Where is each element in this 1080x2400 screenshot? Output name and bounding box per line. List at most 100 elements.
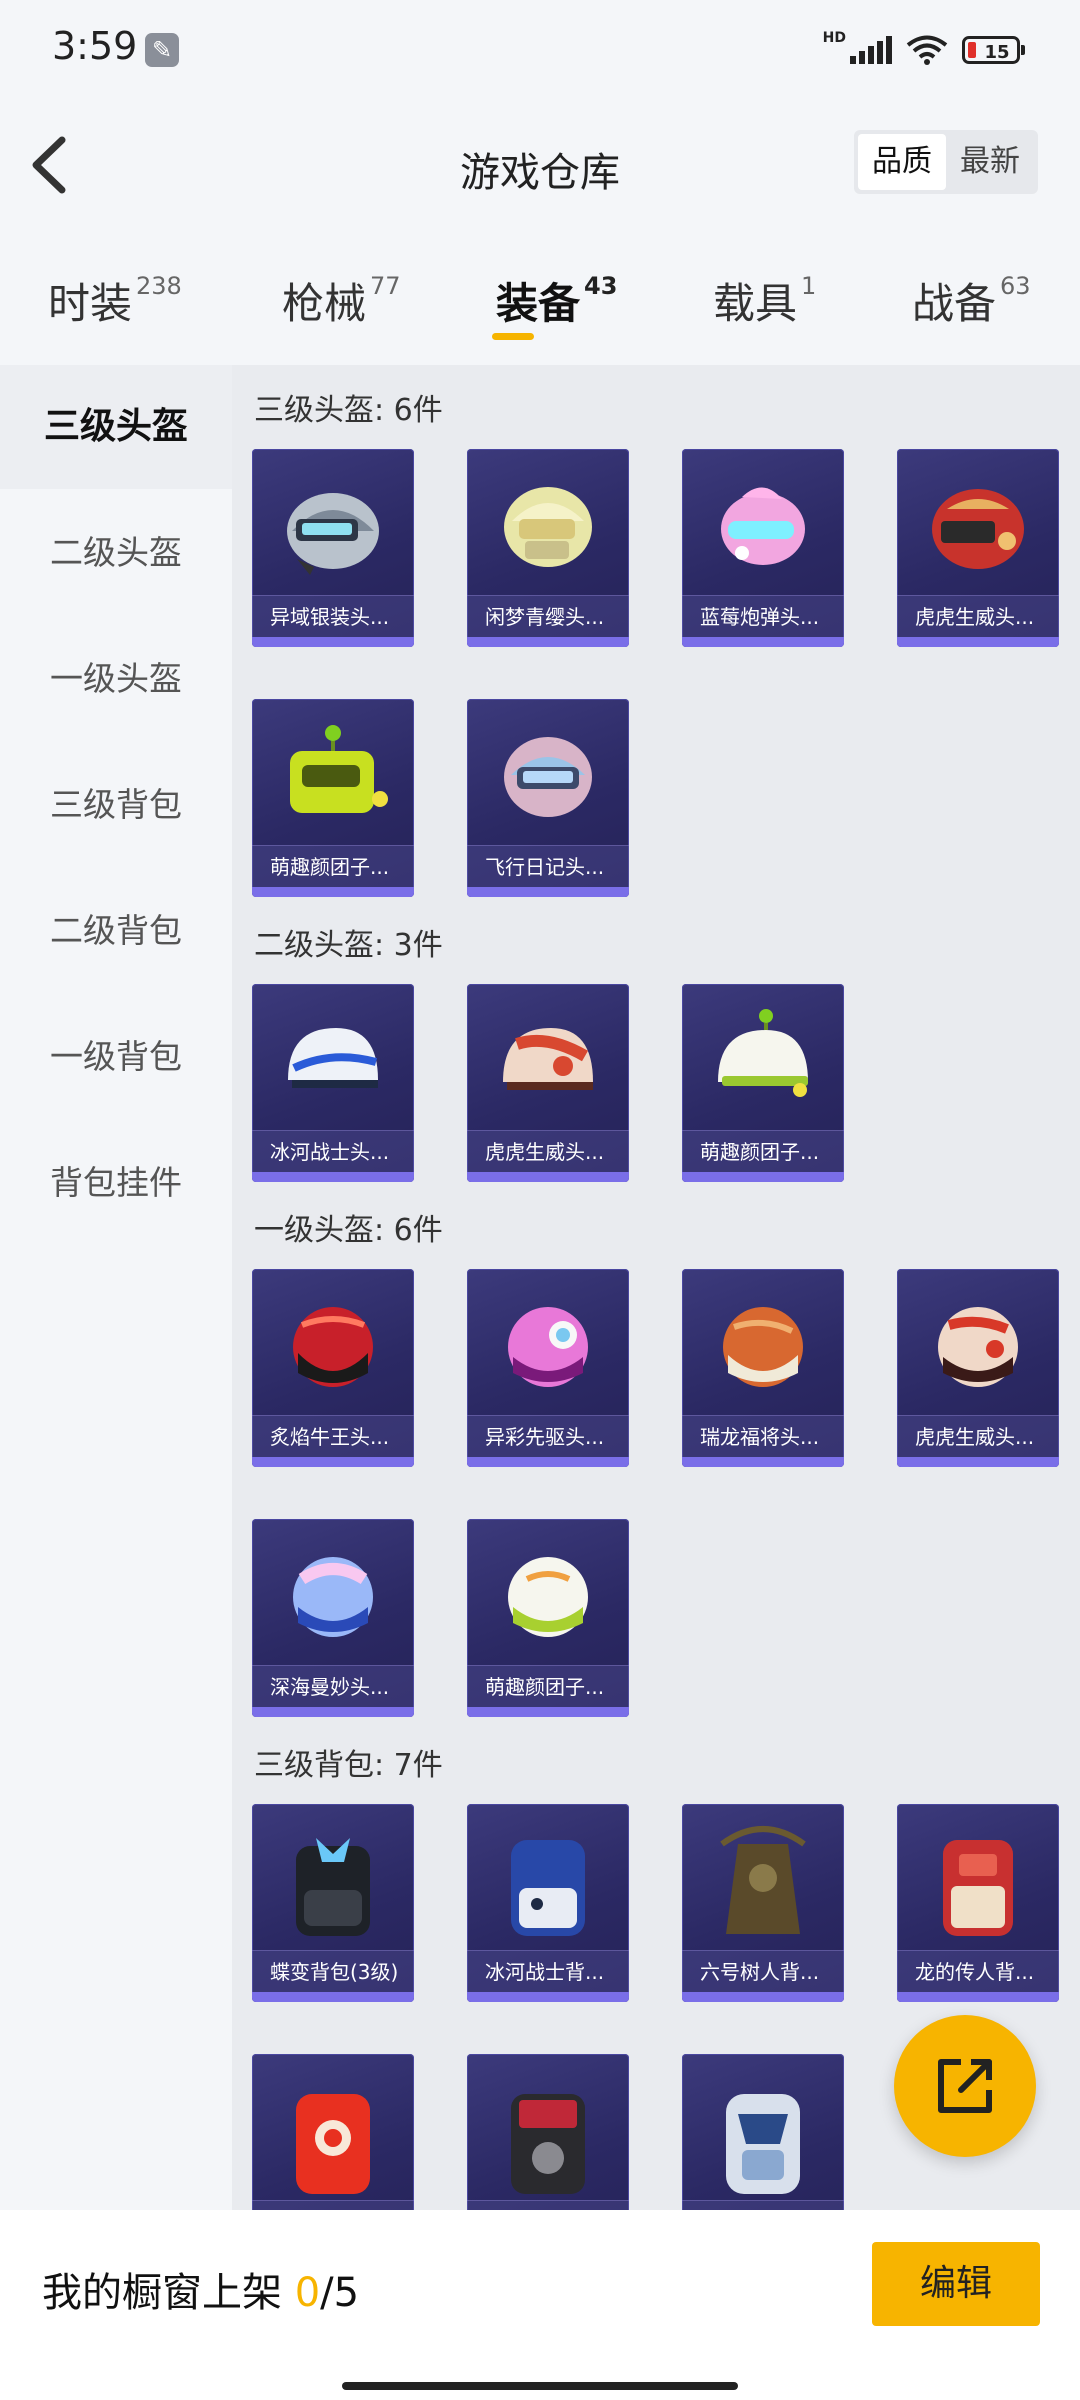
- share-button[interactable]: [894, 2015, 1036, 2157]
- tab-supplies[interactable]: 战备 63: [912, 270, 1031, 331]
- item-name: 虎虎生威头...: [897, 1415, 1059, 1457]
- item-card[interactable]: 萌趣颜团子...: [252, 699, 414, 897]
- item-card[interactable]: 飞行日记头...: [467, 699, 629, 897]
- rarity-bar: [682, 1457, 844, 1467]
- helmet-icon: [290, 725, 388, 813]
- sidebar-item-level1-backpack[interactable]: 一级背包: [0, 995, 232, 1119]
- tab-count: 1: [801, 272, 817, 300]
- item-card[interactable]: 异域银装头...: [252, 449, 414, 647]
- item-name: 蝶变背包(3级): [252, 1950, 414, 1992]
- item-name: [467, 2200, 629, 2210]
- item-grid: 三级头盔: 6件 异域银装头... 闲梦青缨头... 蓝莓炮弹头... 虎虎生威…: [232, 365, 1080, 2210]
- item-card[interactable]: [252, 2054, 414, 2210]
- status-icons: HD 15: [823, 30, 1025, 70]
- section-title: 二级头盔: 3件: [254, 928, 443, 963]
- helmet-icon: [721, 487, 805, 565]
- signal-icon: [850, 36, 892, 64]
- item-name: 瑞龙福将头...: [682, 1415, 844, 1457]
- item-card[interactable]: 六号树人背...: [682, 1804, 844, 2002]
- item-name: 闲梦青缨头...: [467, 595, 629, 637]
- helmet-icon: [938, 1307, 1018, 1387]
- item-card[interactable]: 蝶变背包(3级): [252, 1804, 414, 2002]
- helmet-icon: [293, 1307, 373, 1387]
- item-card[interactable]: 萌趣颜团子...: [467, 1519, 629, 1717]
- item-card[interactable]: [682, 2054, 844, 2210]
- item-card[interactable]: 龙的传人背...: [897, 1804, 1059, 2002]
- sidebar-item-backpack-charm[interactable]: 背包挂件: [0, 1121, 232, 1245]
- section-title: 一级头盔: 6件: [254, 1213, 443, 1248]
- status-bar: 3:59 ✎ HD 15: [0, 0, 1080, 100]
- tab-equipment[interactable]: 装备 43: [496, 270, 617, 331]
- item-card[interactable]: [467, 2054, 629, 2210]
- tab-weapons[interactable]: 枪械 77: [282, 270, 401, 331]
- home-indicator[interactable]: [342, 2382, 738, 2390]
- sidebar-item-level3-backpack[interactable]: 三级背包: [0, 743, 232, 867]
- helmet-icon: [293, 1557, 373, 1637]
- section-title: 三级头盔: 6件: [254, 393, 443, 428]
- sidebar-item-level2-backpack[interactable]: 二级背包: [0, 869, 232, 993]
- item-name: 龙的传人背...: [897, 1950, 1059, 1992]
- sort-toggle: 品质 最新: [854, 130, 1038, 194]
- item-card[interactable]: 虎虎生威头...: [897, 1269, 1059, 1467]
- helmet-icon: [932, 489, 1024, 569]
- helmet-icon: [508, 1557, 588, 1637]
- tab-label: 时装: [48, 279, 133, 328]
- backpack-icon: [511, 2094, 585, 2194]
- bottom-bar: 我的橱窗上架 0/5 编辑: [0, 2210, 1080, 2400]
- item-card[interactable]: 炙焰牛王头...: [252, 1269, 414, 1467]
- tab-vehicles[interactable]: 载具 1: [713, 270, 816, 331]
- section-title: 三级背包: 7件: [254, 1748, 443, 1783]
- rarity-bar: [467, 637, 629, 647]
- tab-count: 43: [584, 272, 618, 300]
- helmet-icon: [503, 1028, 593, 1090]
- item-name: 炙焰牛王头...: [252, 1415, 414, 1457]
- sidebar: 三级头盔 二级头盔 一级头盔 三级背包 二级背包 一级背包 背包挂件: [0, 365, 232, 2210]
- helmet-icon: [504, 487, 592, 567]
- showcase-status: 我的橱窗上架 0/5: [42, 2260, 359, 2318]
- category-tabs: 时装 238 枪械 77 装备 43 载具 1 战备 63: [0, 252, 1080, 362]
- item-card[interactable]: 闲梦青缨头...: [467, 449, 629, 647]
- item-name: 虎虎生威头...: [467, 1130, 629, 1172]
- helmet-icon: [504, 737, 592, 817]
- sort-newest-button[interactable]: 最新: [946, 134, 1034, 190]
- item-card[interactable]: 冰河战士背...: [467, 1804, 629, 2002]
- tab-fashion[interactable]: 时装 238: [48, 270, 182, 331]
- showcase-label: 我的橱窗上架: [42, 2270, 282, 2316]
- active-tab-indicator: [492, 333, 534, 340]
- item-card[interactable]: 深海曼妙头...: [252, 1519, 414, 1717]
- item-card[interactable]: 蓝莓炮弹头...: [682, 449, 844, 647]
- edit-button[interactable]: 编辑: [872, 2242, 1040, 2326]
- battery-icon: 15: [962, 36, 1025, 64]
- tab-label: 战备: [912, 279, 997, 328]
- rarity-bar: [467, 887, 629, 897]
- item-name: 萌趣颜团子...: [682, 1130, 844, 1172]
- tab-label: 载具: [713, 279, 798, 328]
- item-name: 蓝莓炮弹头...: [682, 595, 844, 637]
- item-card[interactable]: 冰河战士头...: [252, 984, 414, 1182]
- item-card[interactable]: 虎虎生威头...: [467, 984, 629, 1182]
- rarity-bar: [252, 887, 414, 897]
- item-card[interactable]: 瑞龙福将头...: [682, 1269, 844, 1467]
- sidebar-item-level1-helmet[interactable]: 一级头盔: [0, 617, 232, 741]
- rarity-bar: [897, 1457, 1059, 1467]
- sidebar-item-level2-helmet[interactable]: 二级头盔: [0, 491, 232, 615]
- tab-count: 238: [136, 272, 182, 300]
- sort-quality-button[interactable]: 品质: [858, 134, 946, 190]
- rarity-bar: [252, 1172, 414, 1182]
- item-name: 深海曼妙头...: [252, 1665, 414, 1707]
- sidebar-item-level3-helmet[interactable]: 三级头盔: [0, 365, 232, 489]
- rarity-bar: [682, 1172, 844, 1182]
- rarity-bar: [467, 1172, 629, 1182]
- header: 游戏仓库 品质 最新: [0, 100, 1080, 230]
- item-card[interactable]: 萌趣颜团子...: [682, 984, 844, 1182]
- backpack-icon: [726, 2094, 800, 2194]
- rarity-bar: [682, 1992, 844, 2002]
- rarity-bar: [252, 1707, 414, 1717]
- tab-count: 63: [1000, 272, 1031, 300]
- item-card[interactable]: 虎虎生威头...: [897, 449, 1059, 647]
- battery-level: 15: [984, 42, 1010, 63]
- rarity-bar: [467, 1992, 629, 2002]
- item-name: 飞行日记头...: [467, 845, 629, 887]
- item-card[interactable]: 异彩先驱头...: [467, 1269, 629, 1467]
- tab-count: 77: [370, 272, 401, 300]
